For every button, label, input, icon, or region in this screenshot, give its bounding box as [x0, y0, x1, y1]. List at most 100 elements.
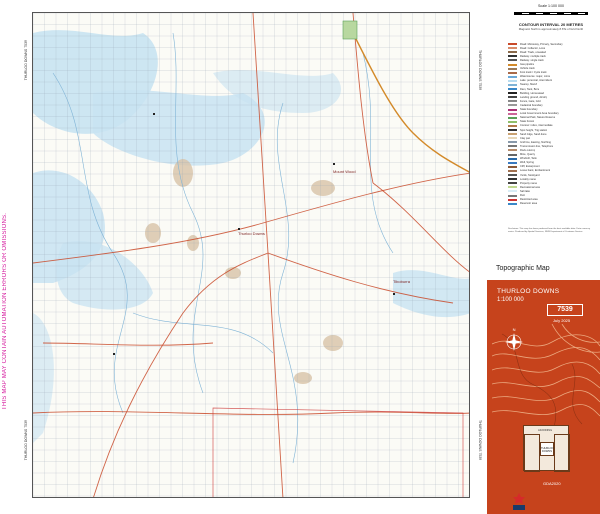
legend-label: Road: Collector, Local	[520, 46, 546, 50]
drainage-line	[172, 32, 204, 394]
legend-swatch	[508, 75, 517, 78]
legend-label: Building, Homestead	[520, 91, 544, 95]
automation-warning: THIS MAP MAY CONTAIN AUTOMATION ERRORS O…	[2, 212, 8, 410]
legend-swatch	[508, 202, 517, 205]
legend-swatch	[508, 83, 517, 86]
legend-swatch	[508, 124, 517, 127]
legend-label: Locality name	[520, 177, 537, 181]
homestead-marker	[393, 293, 395, 295]
legend-swatch	[508, 88, 517, 91]
legend-swatch	[508, 120, 517, 123]
road-line	[42, 342, 214, 346]
legend-label: Swamp, Marsh	[520, 83, 538, 87]
homestead-marker	[333, 163, 335, 165]
drainage-line	[132, 312, 274, 354]
legend-label: Restricted area	[520, 198, 538, 202]
svg-text:N: N	[513, 327, 516, 332]
legend-swatch	[508, 178, 517, 181]
nsw-logo-icon	[513, 493, 525, 510]
legend-label: Reservoir area	[520, 202, 538, 206]
legend-label: Fence, Gate, Grid	[520, 99, 541, 103]
legend-swatch	[508, 63, 517, 66]
outcrop-patch	[311, 180, 335, 196]
legend-label: Well, Spring	[520, 161, 534, 165]
legend-swatch	[508, 145, 517, 148]
legend-swatch	[508, 137, 517, 140]
legend-label: Vehicle track	[520, 67, 535, 71]
map-canvas[interactable]: Thurloo Downs Mount Wood Tiboburra	[32, 12, 470, 498]
legend-swatch	[508, 104, 517, 107]
legend-label: Road: Motorway, Primary, Secondary	[520, 42, 563, 46]
lake-area	[56, 241, 153, 310]
legend-swatch	[508, 129, 517, 132]
adjoining-sheet-right-bottom: THURLOO DOWNS 7539	[478, 420, 482, 461]
map-drawing[interactable]: Thurloo Downs Mount Wood Tiboburra	[33, 13, 470, 498]
legend-swatch	[508, 165, 517, 168]
map-name: THURLOO DOWNS	[497, 288, 560, 295]
reserve-area	[342, 20, 358, 40]
legend-label: Railway: multiple track	[520, 54, 546, 58]
outcrop-patch	[145, 223, 161, 243]
legend-swatch	[508, 43, 517, 46]
legend-swatch	[508, 55, 517, 58]
legend-label: Gas pipeline	[520, 63, 535, 67]
lake-area	[33, 313, 54, 443]
legend-label: Property name	[520, 181, 538, 185]
legend-label: Foot track / Cycle track	[520, 71, 547, 75]
legend-item: Reservoir area	[508, 202, 596, 206]
legend-swatch	[508, 47, 517, 50]
legend-swatch	[508, 67, 517, 70]
legend-label: Lake: perennial, intermittent	[520, 79, 553, 83]
legend-swatch	[508, 116, 517, 119]
legend-label: Recreational area	[520, 185, 541, 189]
legend-swatch	[508, 169, 517, 172]
adjoining-sheet-left-bottom: THURLOO DOWNS 7539	[24, 420, 28, 461]
magnetic-note: Magnetic North is approximately 8.6°E of…	[518, 27, 584, 31]
legend-label: Levee bank, Embankment	[520, 169, 551, 173]
homestead-marker	[153, 113, 155, 115]
legend-label: Clay pan	[520, 136, 531, 140]
legend-swatch	[508, 198, 517, 201]
index-current-sheet: THURLOO DOWNS	[540, 442, 554, 456]
legend-label: Watercourse: major, minor	[520, 75, 551, 79]
legend-label: Transmission line, Telephone	[520, 144, 554, 148]
topographic-map-title: Topographic Map	[496, 265, 550, 272]
place-label: Thurloo Downs	[238, 231, 265, 236]
compass-rose-icon: N	[505, 327, 523, 351]
edition-date: July 2025	[553, 318, 571, 323]
map-scale: 1:100 000	[497, 297, 524, 303]
legend-label: State boundary	[520, 108, 538, 112]
legend-list: Road: Motorway, Primary, Secondary Road: …	[508, 42, 596, 206]
legend-label: Salt lake	[520, 189, 530, 193]
index-cell-west	[524, 434, 540, 472]
legend-label: Dam, Tank, Bore	[520, 87, 540, 91]
adjoining-sheet-left-top: THURLOO DOWNS 7539	[24, 40, 28, 81]
legend-label: Grid line, Easting, Northing	[520, 140, 551, 144]
index-cell-east	[554, 434, 570, 472]
legend-swatch	[508, 157, 517, 160]
legend-swatch	[508, 108, 517, 111]
datum-code: GDA2020	[543, 481, 561, 486]
outcrop-patch	[323, 335, 343, 351]
legend-label: Cadastral boundary	[520, 103, 543, 107]
legend-swatch	[508, 141, 517, 144]
legend-label: Yards, Stockyard	[520, 173, 540, 177]
place-label: Tiboburra	[393, 279, 411, 284]
legend-swatch	[508, 186, 517, 189]
legend-swatch	[508, 161, 517, 164]
legend-swatch	[508, 92, 517, 95]
road-line	[372, 182, 469, 273]
legend-swatch	[508, 96, 517, 99]
homestead-marker	[238, 228, 240, 230]
homestead-marker	[113, 353, 115, 355]
legend-label: Rock outcrop	[520, 148, 536, 152]
legend-swatch	[508, 174, 517, 177]
legend-label: State Forest	[520, 120, 535, 124]
outcrop-patch	[173, 159, 193, 187]
scale-label: Scale 1:100 000	[538, 4, 564, 8]
adjoining-sheet-index: ADJOINING THURLOO DOWNS	[523, 425, 570, 472]
legend-fine-print: Disclaimer: This map has been produced f…	[508, 228, 591, 233]
sheet-number: 7539	[547, 304, 583, 316]
legend-label: Contour: index, intermediate	[520, 124, 553, 128]
legend-label: National Park, Nature Reserve	[520, 116, 556, 120]
